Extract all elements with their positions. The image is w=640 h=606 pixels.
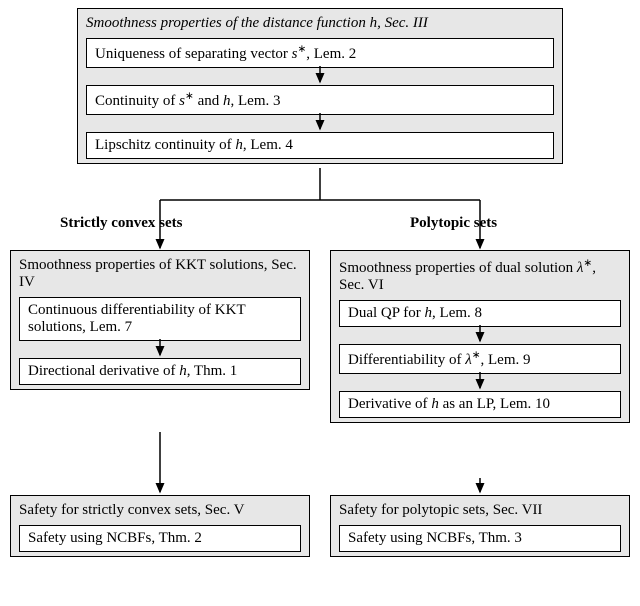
lemma-4-box: Lipschitz continuity of h, Lem. 4 [86, 132, 554, 159]
arrow-gap [339, 374, 621, 391]
safety-polytopic-title: Safety for polytopic sets, Sec. VII [339, 502, 621, 519]
lemma-7-box: Continuous differentiability of KKT solu… [19, 297, 301, 341]
arrow-gap [86, 68, 554, 85]
arrow-gap [86, 115, 554, 132]
branch-label-right: Polytopic sets [410, 215, 497, 232]
safety-polytopic-section: Safety for polytopic sets, Sec. VII Safe… [330, 495, 630, 557]
dual-section: Smoothness properties of dual solution λ… [330, 250, 630, 423]
lemma-2-box: Uniqueness of separating vector s∗, Lem.… [86, 38, 554, 68]
theorem-3-box: Safety using NCBFs, Thm. 3 [339, 525, 621, 552]
dual-section-title: Smoothness properties of dual solution λ… [339, 257, 621, 294]
safety-convex-section: Safety for strictly convex sets, Sec. V … [10, 495, 310, 557]
top-section: Smoothness properties of the distance fu… [77, 8, 563, 164]
lemma-10-box: Derivative of h as an LP, Lem. 10 [339, 391, 621, 418]
arrow-icon [473, 372, 487, 394]
arrow-gap [339, 327, 621, 344]
kkt-section: Smoothness properties of KKT solutions, … [10, 250, 310, 390]
arrow-icon [153, 339, 167, 361]
kkt-section-title: Smoothness properties of KKT solutions, … [19, 257, 301, 291]
arrow-gap [19, 341, 301, 358]
lemma-3-box: Continuity of s∗ and h, Lem. 3 [86, 85, 554, 115]
lemma-9-box: Differentiability of λ∗, Lem. 9 [339, 344, 621, 374]
theorem-2-box: Safety using NCBFs, Thm. 2 [19, 525, 301, 552]
branch-label-left: Strictly convex sets [60, 215, 182, 232]
arrow-icon [473, 325, 487, 347]
safety-convex-title: Safety for strictly convex sets, Sec. V [19, 502, 301, 519]
top-section-title: Smoothness properties of the distance fu… [86, 15, 554, 32]
arrow-icon [313, 66, 327, 88]
diagram-canvas: Smoothness properties of the distance fu… [0, 0, 640, 606]
theorem-1-box: Directional derivative of h, Thm. 1 [19, 358, 301, 385]
arrow-icon [313, 113, 327, 135]
lemma-8-box: Dual QP for h, Lem. 8 [339, 300, 621, 327]
